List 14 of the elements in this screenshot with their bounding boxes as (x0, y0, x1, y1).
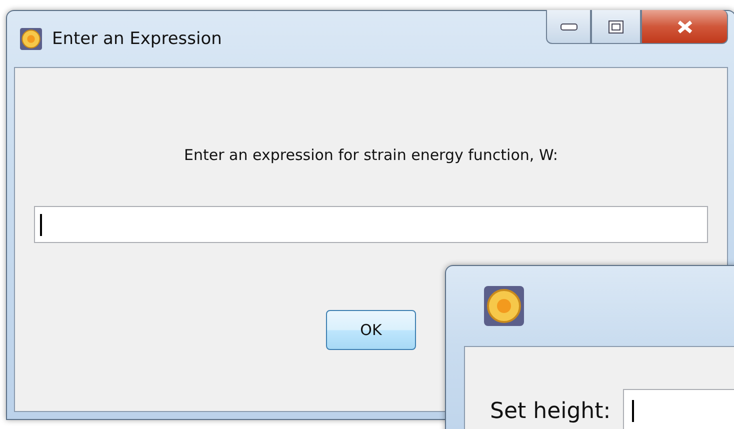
minimize-button[interactable] (546, 10, 591, 44)
expression-field[interactable] (34, 206, 708, 243)
prompt-text: Enter an expression for strain energy function, W: (184, 146, 558, 164)
close-icon (676, 20, 694, 34)
app-icon (20, 28, 42, 50)
app-icon (484, 286, 524, 326)
minimize-icon (560, 22, 578, 30)
close-button[interactable] (641, 10, 728, 44)
height-field[interactable] (622, 389, 734, 429)
maximize-icon (608, 20, 624, 34)
ok-button[interactable]: OK (326, 310, 416, 350)
field-label: Set height: (490, 398, 611, 424)
window-title: Enter an Expression (52, 29, 222, 49)
maximize-button[interactable] (591, 10, 641, 44)
